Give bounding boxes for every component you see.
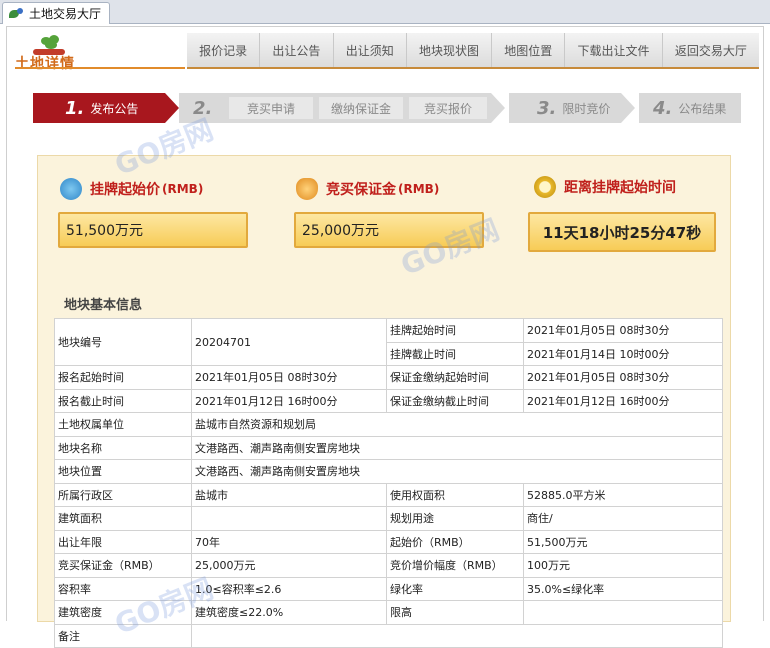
table-value: 盐城市 xyxy=(191,482,387,507)
table-row: 报名起始时间 2021年01月05日 08时30分 保证金缴纳起始时间 2021… xyxy=(54,365,723,390)
table-key: 容积率 xyxy=(54,576,192,601)
step-publish-notice: 1. 发布公告 xyxy=(33,93,165,123)
table-value: 建筑密度≤22.0% xyxy=(191,600,387,625)
start-price-value: 51,500万元 xyxy=(58,212,248,248)
table-value: 2021年01月12日 16时00分 xyxy=(191,388,387,413)
table-key: 挂牌起始时间 xyxy=(386,318,524,343)
table-key: 保证金缴纳截止时间 xyxy=(386,388,524,413)
progress-steps: 1. 发布公告 2. 竞买申请 缴纳保证金 竞买报价 3. 限时竞价 4. 公布… xyxy=(33,93,741,123)
table-value: 25,000万元 xyxy=(191,553,387,578)
nav-bid-records[interactable]: 报价记录 xyxy=(187,33,261,67)
table-row: 出让年限 70年 起始价（RMB） 51,500万元 xyxy=(54,529,723,554)
table-key: 建筑面积 xyxy=(54,506,192,531)
alarm-clock-icon xyxy=(534,176,556,198)
top-nav: 报价记录 出让公告 出让须知 地块现状图 地图位置 下载出让文件 返回交易大厅 xyxy=(187,33,759,69)
table-row: 建筑面积 规划用途 商住/ xyxy=(54,506,723,531)
start-price-title: 挂牌起始价 (RMB) xyxy=(60,178,203,200)
table-key: 保证金缴纳起始时间 xyxy=(386,365,524,390)
substep-quote: 竞买报价 xyxy=(409,97,487,119)
table-row: 地块名称 文港路西、潮声路南侧安置房地块 xyxy=(54,435,723,460)
table-row: 土地权属单位 盐城市自然资源和规划局 xyxy=(54,412,723,437)
substep-apply: 竞买申请 xyxy=(229,97,313,119)
browser-tab[interactable]: 土地交易大厅 xyxy=(2,2,110,24)
land-details-logo: 土地详情 xyxy=(15,35,87,72)
coin-icon xyxy=(60,178,82,200)
table-value: 51,500万元 xyxy=(523,529,723,554)
table-key: 竞买保证金（RMB） xyxy=(54,553,192,578)
table-key: 地块位置 xyxy=(54,459,192,484)
table-row: 容积率 1.0≤容积率≤2.6 绿化率 35.0%≤绿化率 xyxy=(54,576,723,601)
deposit-title: 竞买保证金 (RMB) xyxy=(296,178,439,200)
table-value: 52885.0平方米 xyxy=(523,482,723,507)
land-info-panel: 挂牌起始价 (RMB) 51,500万元 竞买保证金 (RMB) 25,000万… xyxy=(37,155,731,648)
nav-parcel-status-map[interactable]: 地块现状图 xyxy=(407,33,493,67)
table-key: 挂牌截止时间 xyxy=(386,341,524,366)
step-arrow xyxy=(491,93,505,123)
table-value xyxy=(191,623,723,648)
table-key: 报名截止时间 xyxy=(54,388,192,413)
table-value: 商住/ xyxy=(523,506,723,531)
page-frame: 土地详情 报价记录 出让公告 出让须知 地块现状图 地图位置 下载出让文件 返回… xyxy=(6,26,764,648)
nav-transfer-rules[interactable]: 出让须知 xyxy=(334,33,407,67)
table-key: 地块编号 xyxy=(54,318,192,366)
table-key: 所属行政区 xyxy=(54,482,192,507)
table-value: 2021年01月05日 08时30分 xyxy=(523,365,723,390)
nav-transfer-notice[interactable]: 出让公告 xyxy=(260,33,334,67)
table-key: 绿化率 xyxy=(386,576,524,601)
step-publish-result: 4. 公布结果 xyxy=(639,93,741,123)
step-arrow xyxy=(165,93,179,123)
nav-back-to-hall[interactable]: 返回交易大厅 xyxy=(663,33,759,67)
table-key: 地块名称 xyxy=(54,435,192,460)
table-key: 土地权属单位 xyxy=(54,412,192,437)
table-value: 1.0≤容积率≤2.6 xyxy=(191,576,387,601)
money-bag-icon xyxy=(296,178,318,200)
site-favicon-icon xyxy=(9,7,23,20)
table-key: 起始价（RMB） xyxy=(386,529,524,554)
table-key: 报名起始时间 xyxy=(54,365,192,390)
table-value xyxy=(191,506,387,531)
table-key: 限高 xyxy=(386,600,524,625)
table-key: 规划用途 xyxy=(386,506,524,531)
countdown-title: 距离挂牌起始时间 xyxy=(534,176,676,198)
table-row: 竞买保证金（RMB） 25,000万元 竞价增价幅度（RMB） 100万元 xyxy=(54,553,723,578)
table-value: 2021年01月12日 16时00分 xyxy=(523,388,723,413)
table-key: 竞价增价幅度（RMB） xyxy=(386,553,524,578)
table-value xyxy=(523,600,723,625)
table-value: 文港路西、潮声路南侧安置房地块 xyxy=(191,435,723,460)
table-value: 70年 xyxy=(191,529,387,554)
browser-tab-bar: 土地交易大厅 xyxy=(0,0,770,24)
table-row: 报名截止时间 2021年01月12日 16时00分 保证金缴纳截止时间 2021… xyxy=(54,388,723,413)
land-info-table: 地块编号 20204701 挂牌起始时间 2021年01月05日 08时30分 … xyxy=(54,318,723,648)
table-value: 2021年01月05日 08时30分 xyxy=(191,365,387,390)
table-row: 地块位置 文港路西、潮声路南侧安置房地块 xyxy=(54,459,723,484)
table-key: 备注 xyxy=(54,623,192,648)
table-value: 35.0%≤绿化率 xyxy=(523,576,723,601)
nav-map-location[interactable]: 地图位置 xyxy=(492,33,566,67)
step-timed-bidding: 3. 限时竞价 xyxy=(509,93,621,123)
table-key: 使用权面积 xyxy=(386,482,524,507)
countdown-value: 11天18小时25分47秒 xyxy=(528,212,716,252)
table-row: 地块编号 20204701 挂牌起始时间 2021年01月05日 08时30分 xyxy=(54,318,723,366)
table-value: 100万元 xyxy=(523,553,723,578)
table-key: 建筑密度 xyxy=(54,600,192,625)
table-row: 所属行政区 盐城市 使用权面积 52885.0平方米 xyxy=(54,482,723,507)
table-value: 文港路西、潮声路南侧安置房地块 xyxy=(191,459,723,484)
substep-deposit: 缴纳保证金 xyxy=(319,97,403,119)
table-value: 2021年01月05日 08时30分 xyxy=(523,318,723,343)
table-row: 建筑密度 建筑密度≤22.0% 限高 xyxy=(54,600,723,625)
step-arrow xyxy=(621,93,635,123)
table-value: 20204701 xyxy=(191,318,387,366)
browser-tab-title: 土地交易大厅 xyxy=(29,7,102,21)
section-title: 地块基本信息 xyxy=(64,298,143,313)
deposit-value: 25,000万元 xyxy=(294,212,484,248)
table-row: 备注 xyxy=(54,623,723,648)
table-value: 盐城市自然资源和规划局 xyxy=(191,412,723,437)
nav-download-files[interactable]: 下载出让文件 xyxy=(565,33,663,67)
logo-underline xyxy=(15,67,185,69)
table-value: 2021年01月14日 10时00分 xyxy=(523,341,723,366)
table-key: 出让年限 xyxy=(54,529,192,554)
